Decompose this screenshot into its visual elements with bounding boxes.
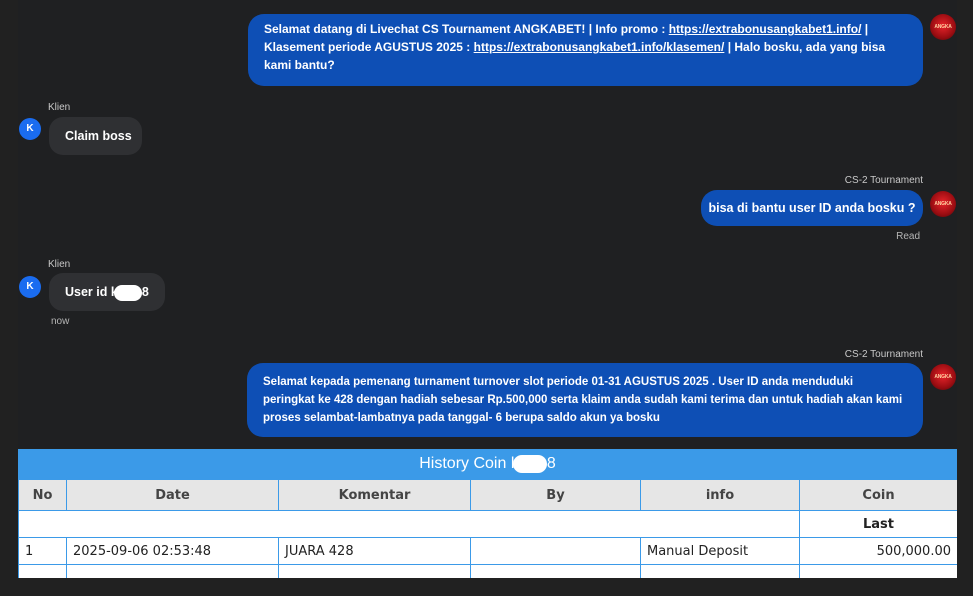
- client-message-claim: Claim boss: [49, 117, 142, 155]
- sub-header-empty: [18, 510, 800, 538]
- cell-empty: [640, 564, 800, 578]
- client-avatar: K: [19, 276, 41, 298]
- cell-empty: [799, 564, 957, 578]
- agent-message-winner: Selamat kepada pemenang turnament turnov…: [247, 363, 923, 437]
- cell-empty: [278, 564, 471, 578]
- message-time: now: [51, 316, 70, 327]
- agent-avatar: ANGKA BET: [930, 191, 956, 217]
- sender-label-client: Klien: [48, 102, 71, 113]
- cell-empty: [66, 564, 279, 578]
- cell-coin: 500,000.00: [799, 537, 957, 565]
- user-id-text-start: User id k: [65, 285, 118, 299]
- sender-label-agent: CS-2 Tournament: [844, 175, 923, 186]
- client-message-user-id: User id k 8: [49, 273, 165, 311]
- chat-panel: Selamat datang di Livechat CS Tournament…: [18, 0, 957, 448]
- sender-label-agent: CS-2 Tournament: [844, 349, 923, 360]
- promo-link[interactable]: https://extrabonusangkabet1.info/: [669, 22, 862, 36]
- history-title-start: History Coin k: [419, 455, 519, 472]
- cell-info: Manual Deposit: [640, 537, 800, 565]
- column-header-info[interactable]: info: [640, 479, 800, 511]
- table-row: [18, 564, 957, 578]
- history-title: History Coin k 8: [18, 449, 957, 479]
- agent-message-ask-id: bisa di bantu user ID anda bosku ?: [701, 190, 923, 226]
- read-status: Read: [896, 231, 920, 242]
- table-header-row: No Date Komentar By info Coin: [18, 479, 957, 511]
- cell-komentar: JUARA 428: [278, 537, 471, 565]
- agent-avatar: ANGKA BET: [930, 14, 956, 40]
- column-header-coin[interactable]: Coin: [799, 479, 957, 511]
- cell-empty: [470, 564, 641, 578]
- sender-label-client: Klien: [48, 259, 71, 270]
- history-coin-panel: History Coin k 8 No Date Komentar By info…: [18, 449, 957, 578]
- history-title-end: 8: [546, 455, 556, 472]
- client-avatar: K: [19, 118, 41, 140]
- column-header-by[interactable]: By: [470, 479, 641, 511]
- cell-date: 2025-09-06 02:53:48: [66, 537, 279, 565]
- redacted-blob: [512, 454, 547, 473]
- agent-message-welcome: Selamat datang di Livechat CS Tournament…: [248, 14, 923, 86]
- table-row: 1 2025-09-06 02:53:48 JUARA 428 Manual D…: [18, 537, 957, 565]
- cell-empty: [18, 564, 67, 578]
- agent-avatar: ANGKA BET: [930, 364, 956, 390]
- history-table: No Date Komentar By info Coin Last 1 202…: [18, 479, 957, 578]
- user-id-text-end: 8: [141, 285, 149, 299]
- welcome-text-1: Selamat datang di Livechat CS Tournament…: [264, 22, 669, 36]
- column-header-date[interactable]: Date: [66, 479, 279, 511]
- cell-by: [470, 537, 641, 565]
- column-header-no[interactable]: No: [18, 479, 67, 511]
- redacted-blob: [113, 284, 142, 301]
- sub-header-row: Last: [18, 510, 957, 538]
- coin-last-label: Last: [799, 510, 957, 538]
- klasemen-link[interactable]: https://extrabonusangkabet1.info/klaseme…: [474, 40, 725, 54]
- column-header-komentar[interactable]: Komentar: [278, 479, 471, 511]
- cell-no: 1: [18, 537, 67, 565]
